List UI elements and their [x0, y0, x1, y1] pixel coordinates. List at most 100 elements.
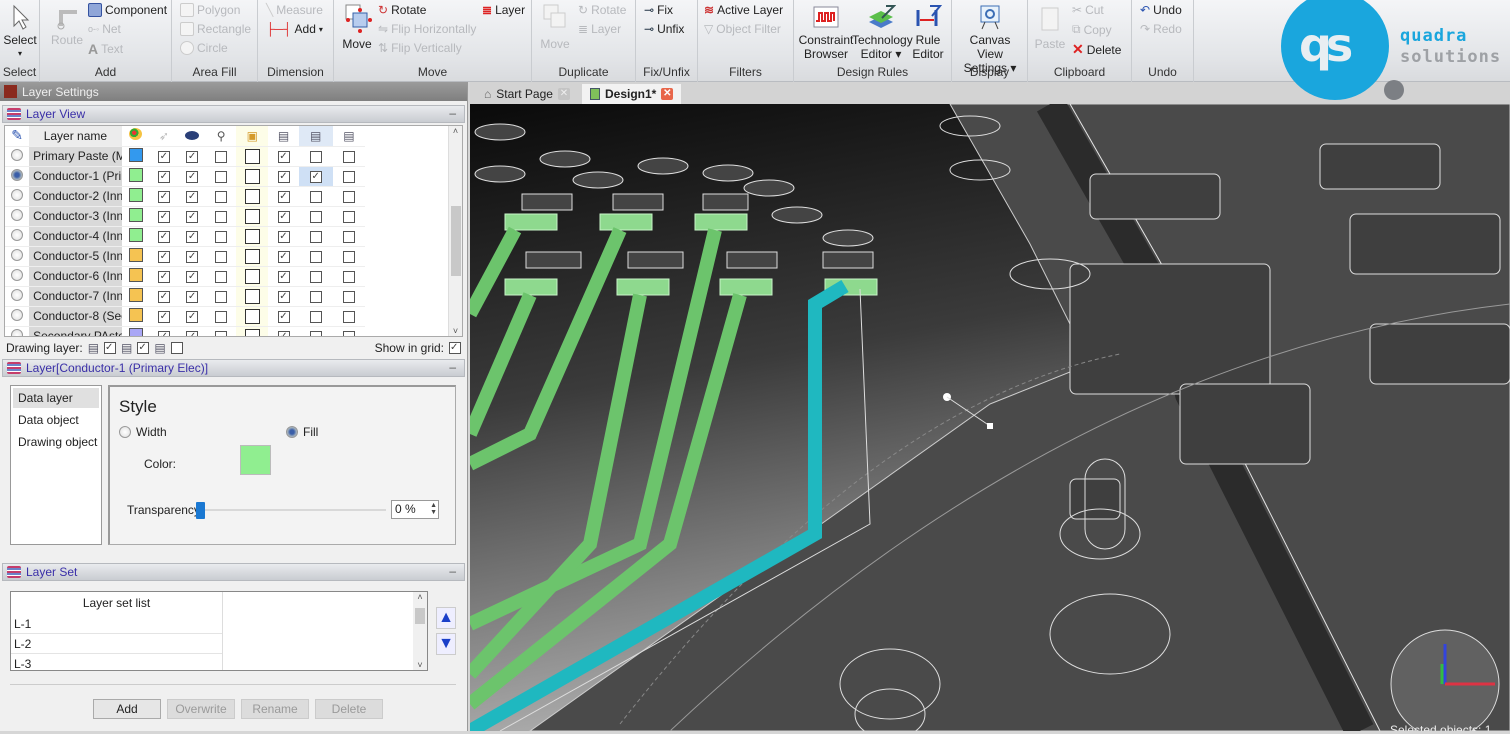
- polygon-button[interactable]: Polygon: [180, 3, 240, 17]
- property-nav-item[interactable]: Data object: [13, 410, 99, 430]
- object-filter-button[interactable]: ▽ Object Filter: [704, 22, 781, 36]
- visible-checkbox[interactable]: ✓: [186, 310, 199, 323]
- measure-button[interactable]: ╲ Measure: [266, 3, 323, 17]
- layer-edit-checkbox[interactable]: [342, 230, 355, 243]
- color-override-checkbox[interactable]: [244, 168, 260, 184]
- layer-color-swatch[interactable]: [128, 227, 143, 242]
- transparency-input[interactable]: 0 % ▲ ▼: [391, 500, 439, 519]
- active-layer-radio[interactable]: [11, 288, 24, 301]
- cut-button[interactable]: ✂ Cut: [1072, 3, 1104, 17]
- visible-checkbox[interactable]: ✓: [186, 230, 199, 243]
- property-nav-item[interactable]: Data layer: [13, 388, 99, 408]
- undo-button[interactable]: ↶ Undo: [1140, 3, 1182, 17]
- grid-checkbox[interactable]: ✓: [277, 310, 290, 323]
- layer-set-scrollbar[interactable]: ˄ ˅: [413, 592, 427, 670]
- layer-row[interactable]: Conductor-7 (Inne ✓ ✓ ✓: [5, 286, 365, 307]
- slider-thumb[interactable]: [196, 502, 205, 519]
- layer-properties-header[interactable]: Layer[Conductor-1 (Primary Elec)] –: [2, 359, 465, 377]
- color-override-checkbox[interactable]: [244, 288, 260, 304]
- filter-checkbox[interactable]: [215, 290, 228, 303]
- active-layer-radio[interactable]: [11, 328, 24, 336]
- scroll-up-icon[interactable]: ˄: [413, 592, 427, 602]
- layer-color-swatch[interactable]: [128, 267, 143, 282]
- layer-eye-checkbox[interactable]: [309, 250, 322, 263]
- layer-eye-icon[interactable]: ▤: [298, 126, 333, 147]
- layer-color-swatch[interactable]: [128, 207, 143, 222]
- layer-row[interactable]: Conductor-6 (Inne ✓ ✓ ✓: [5, 266, 365, 287]
- eye-icon[interactable]: [177, 126, 207, 147]
- layer-edit-checkbox[interactable]: [342, 150, 355, 163]
- visible-checkbox[interactable]: ✓: [186, 170, 199, 183]
- color-override-checkbox[interactable]: [244, 188, 260, 204]
- selectable-checkbox[interactable]: ✓: [157, 170, 170, 183]
- layer-set-item[interactable]: L-3: [11, 654, 222, 670]
- grid-checkbox[interactable]: ✓: [277, 190, 290, 203]
- layer-row[interactable]: Secondary PAste (✓✓✓: [5, 326, 365, 336]
- transparency-slider[interactable]: [196, 502, 386, 519]
- filter-checkbox[interactable]: [215, 250, 228, 263]
- active-layer-radio[interactable]: [11, 308, 24, 321]
- layer-color-swatch[interactable]: [128, 287, 143, 302]
- color-override-checkbox[interactable]: [244, 308, 260, 324]
- selectable-checkbox[interactable]: ✓: [157, 290, 170, 303]
- circle-button[interactable]: Circle: [180, 41, 228, 55]
- duplicate-move-button[interactable]: Move: [538, 2, 572, 51]
- layer-set-item[interactable]: L-2: [11, 634, 222, 654]
- layer-edit-checkbox[interactable]: [342, 270, 355, 283]
- layer-color-swatch[interactable]: [128, 147, 143, 162]
- grid-checkbox[interactable]: ✓: [277, 210, 290, 223]
- grid-checkbox[interactable]: ✓: [277, 290, 290, 303]
- active-layer-radio[interactable]: [11, 148, 24, 161]
- color-override-checkbox[interactable]: [244, 148, 260, 164]
- color-override-checkbox[interactable]: [244, 228, 260, 244]
- constraint-browser-button[interactable]: Constraint Browser: [798, 4, 854, 61]
- layer-eye-checkbox[interactable]: [309, 210, 322, 223]
- active-layer-radio[interactable]: [11, 208, 24, 221]
- drawing-layer-checkbox-1[interactable]: ✓: [104, 342, 117, 354]
- layer-row[interactable]: Conductor-3 (Inne ✓ ✓ ✓: [5, 206, 365, 227]
- layer-eye-checkbox[interactable]: [309, 190, 322, 203]
- collapse-icon[interactable]: –: [449, 564, 456, 578]
- filter-checkbox[interactable]: [215, 230, 228, 243]
- drawing-layer-checkbox-3[interactable]: [170, 342, 183, 354]
- collapse-icon[interactable]: –: [449, 360, 456, 374]
- layer-name-header[interactable]: Layer name: [29, 126, 122, 147]
- layer-eye-checkbox[interactable]: ✓: [309, 170, 322, 183]
- drag-handle[interactable]: [987, 423, 993, 429]
- selectable-checkbox[interactable]: ✓: [157, 230, 170, 243]
- layer-grid-icon[interactable]: ▤: [268, 126, 299, 147]
- active-layer-radio[interactable]: [11, 228, 24, 241]
- layer-color-swatch[interactable]: [128, 247, 143, 262]
- view-gizmo[interactable]: [1390, 629, 1500, 734]
- scroll-down-icon[interactable]: ˅: [413, 660, 427, 670]
- copy-button[interactable]: ⧉ Copy: [1072, 22, 1112, 37]
- overwrite-layer-set-button[interactable]: Overwrite: [167, 699, 235, 719]
- property-nav-item[interactable]: Drawing object: [13, 432, 99, 452]
- duplicate-rotate-button[interactable]: ↻ Rotate: [578, 3, 626, 17]
- duplicate-layer-button[interactable]: ≣ Layer: [578, 22, 621, 36]
- layer-edit-checkbox[interactable]: [342, 190, 355, 203]
- layer-color-swatch[interactable]: [128, 307, 143, 322]
- move-button[interactable]: Move: [340, 2, 374, 51]
- selectable-checkbox[interactable]: ✓: [157, 150, 170, 163]
- add-layer-set-button[interactable]: Add: [93, 699, 161, 719]
- add-dimension-button[interactable]: ├─┤ Add ▾: [266, 22, 323, 36]
- grid-checkbox[interactable]: ✓: [277, 250, 290, 263]
- layer-edit-checkbox[interactable]: [342, 250, 355, 263]
- drawing-layer-checkbox-2[interactable]: ✓: [137, 342, 150, 354]
- layer-eye-checkbox[interactable]: [309, 270, 322, 283]
- rotate-button[interactable]: ↻ Rotate: [378, 3, 426, 17]
- selectable-checkbox[interactable]: ✓: [157, 250, 170, 263]
- filter-checkbox[interactable]: [215, 210, 228, 223]
- delete-layer-set-button[interactable]: Delete: [315, 699, 383, 719]
- visible-checkbox[interactable]: ✓: [186, 210, 199, 223]
- tab-start-page[interactable]: ⌂ Start Page ✕: [476, 84, 578, 104]
- design-canvas[interactable]: Selected objects: 1: [463, 96, 1510, 734]
- net-button[interactable]: o-◦ Net: [88, 22, 121, 36]
- route-button[interactable]: Route: [50, 4, 84, 47]
- show-in-grid-checkbox[interactable]: ✓: [449, 342, 461, 354]
- move-down-button[interactable]: ▼: [436, 633, 456, 655]
- color-override-checkbox[interactable]: [244, 268, 260, 284]
- visible-checkbox[interactable]: ✓: [186, 190, 199, 203]
- filter-checkbox[interactable]: [215, 150, 228, 163]
